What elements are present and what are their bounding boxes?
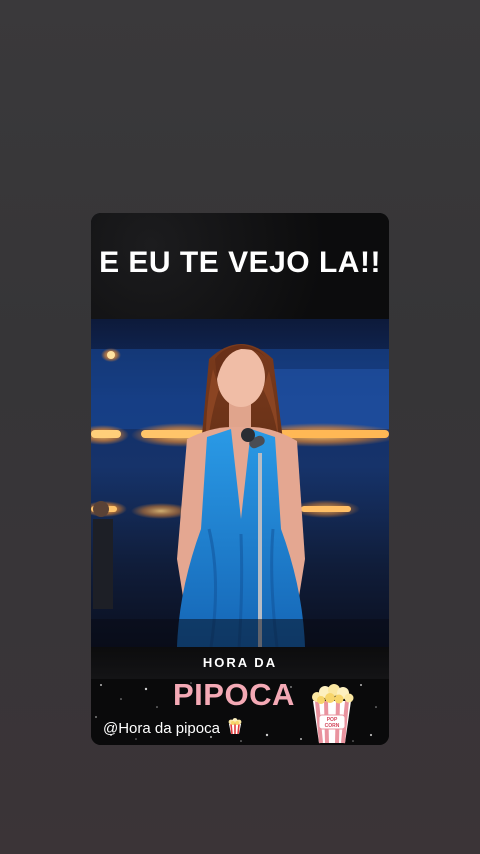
- popcorn-box-label-2: CORN: [325, 723, 340, 729]
- banner-subtitle: HORA DA: [202, 655, 278, 670]
- hora-da-pipoca-banner: HORA DA PIPOCA @Hora da pipoca POP CORN: [91, 647, 389, 745]
- story-card[interactable]: E EU TE VEJO LA!! HORA DA PIPOCA @Hora d…: [91, 213, 389, 745]
- banner-title: PIPOCA: [173, 677, 295, 712]
- popcorn-icon: [227, 717, 243, 739]
- channel-handle-text: @Hora da pipoca: [103, 720, 220, 737]
- popcorn-box-icon: POP CORN: [309, 681, 355, 745]
- caption-area: E EU TE VEJO LA!!: [91, 213, 389, 319]
- singer-scene-image: [91, 344, 389, 647]
- story-caption: E EU TE VEJO LA!!: [99, 246, 381, 279]
- video-frame[interactable]: [91, 319, 389, 647]
- channel-handle[interactable]: @Hora da pipoca: [103, 717, 243, 739]
